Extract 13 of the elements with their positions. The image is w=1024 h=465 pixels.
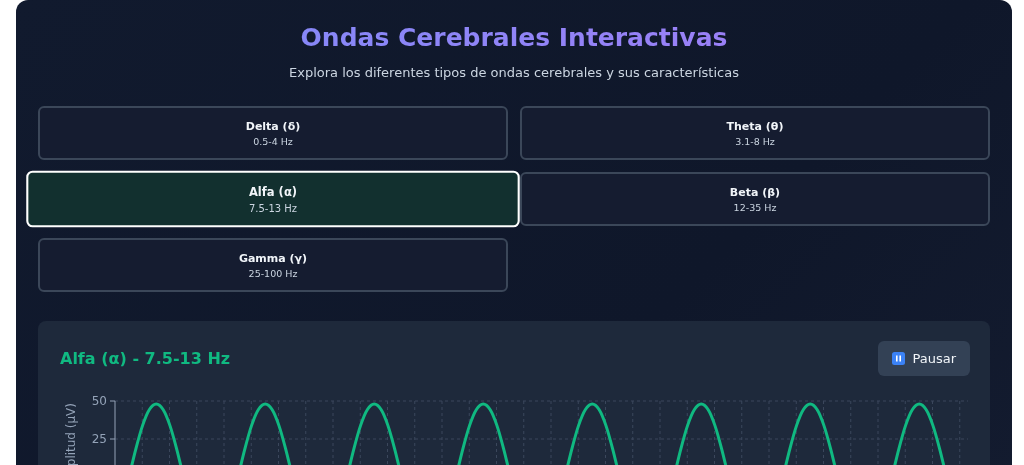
wave-type-button[interactable]: Alfa (α) 7.5-13 Hz	[26, 170, 520, 228]
pause-button[interactable]: Pausar	[878, 341, 970, 376]
wave-type-button[interactable]: Gamma (γ) 25-100 Hz	[38, 238, 508, 292]
wave-type-button[interactable]: Theta (θ) 3.1-8 Hz	[520, 106, 990, 160]
y-axis-label: plitud (μV)	[64, 403, 78, 465]
pause-icon	[892, 352, 906, 365]
y-tick-label: 25	[91, 432, 107, 446]
y-tick-label: 50	[91, 394, 107, 408]
page-subtitle: Explora los diferentes tipos de ondas cerebrales y sus características	[288, 64, 740, 82]
wave-type-button[interactable]: Delta (δ) 0.5-4 Hz	[38, 106, 508, 160]
y-axis	[109, 400, 116, 465]
wave-type-button[interactable]: Beta (β) 12-35 Hz	[520, 172, 990, 226]
wave-title: Alfa (α) - 7.5-13 Hz	[60, 349, 231, 368]
